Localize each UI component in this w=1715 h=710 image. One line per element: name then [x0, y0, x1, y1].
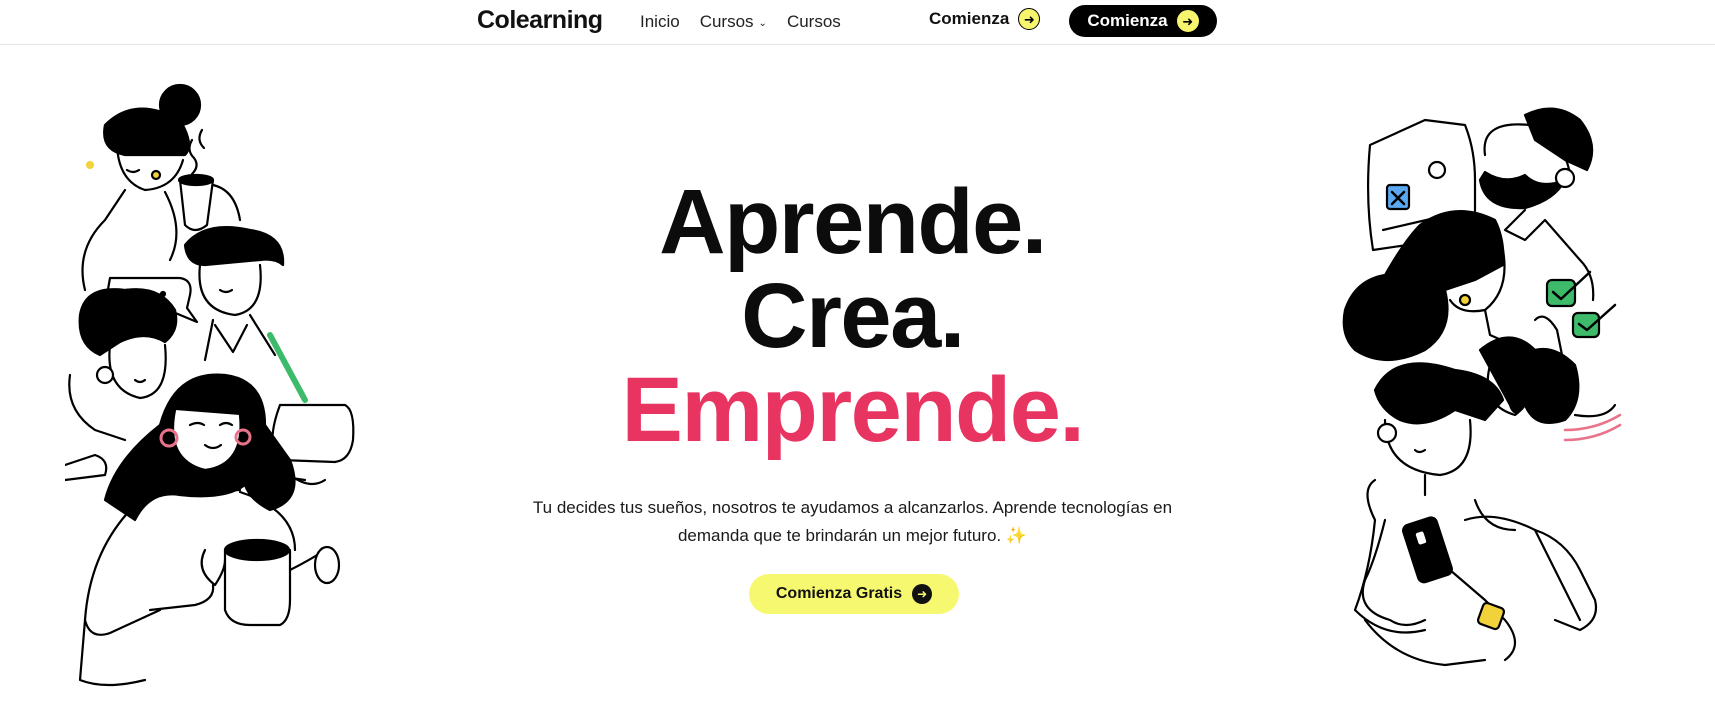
- chevron-down-icon: ⌄: [758, 17, 767, 29]
- nav-label: Inicio: [640, 12, 680, 31]
- comienza-gratis-button[interactable]: Comienza Gratis ➜: [749, 574, 959, 614]
- comienza-label: Comienza: [929, 9, 1010, 28]
- hero-headline: Aprende. Crea. Emprende.: [560, 175, 1145, 457]
- comienza-button[interactable]: Comienza ➜: [1069, 5, 1217, 37]
- headline-line-3: Emprende.: [621, 359, 1085, 461]
- main-nav: Inicio Cursos ⌄ Cursos: [640, 12, 841, 32]
- nav-label: Cursos: [786, 12, 841, 31]
- site-header: Colearning Inicio Cursos ⌄ Cursos Comien…: [0, 0, 1715, 45]
- comienza-button-label: Comienza: [1087, 11, 1168, 30]
- logo[interactable]: Colearning: [477, 6, 603, 35]
- subtitle-line-1: Tu decides tus sueños, nosotros te ayuda…: [532, 498, 1173, 517]
- arrow-right-icon: ➜: [1018, 8, 1041, 30]
- nav-item-cursos[interactable]: Cursos: [787, 12, 841, 32]
- arrow-right-icon: ➜: [1176, 10, 1199, 32]
- comienza-link[interactable]: Comienza ➜: [929, 8, 1041, 30]
- headline-line-1: Aprende.: [659, 171, 1047, 273]
- headline-line-2: Crea.: [741, 265, 965, 367]
- nav-item-cursos-dropdown[interactable]: Cursos ⌄: [700, 12, 767, 32]
- nav-item-inicio[interactable]: Inicio: [640, 12, 680, 32]
- arrow-right-icon: ➜: [912, 584, 933, 604]
- people-illustration-right: [1325, 100, 1625, 680]
- hero-subtitle: Tu decides tus sueños, nosotros te ayuda…: [510, 494, 1195, 550]
- subtitle-line-2: demanda que te brindarán un mejor futuro…: [677, 526, 1002, 545]
- people-illustration-left: [65, 80, 390, 695]
- comienza-gratis-label: Comienza Gratis: [775, 585, 903, 602]
- nav-label: Cursos: [699, 12, 754, 31]
- sparkle-icon: ✨: [1005, 526, 1028, 545]
